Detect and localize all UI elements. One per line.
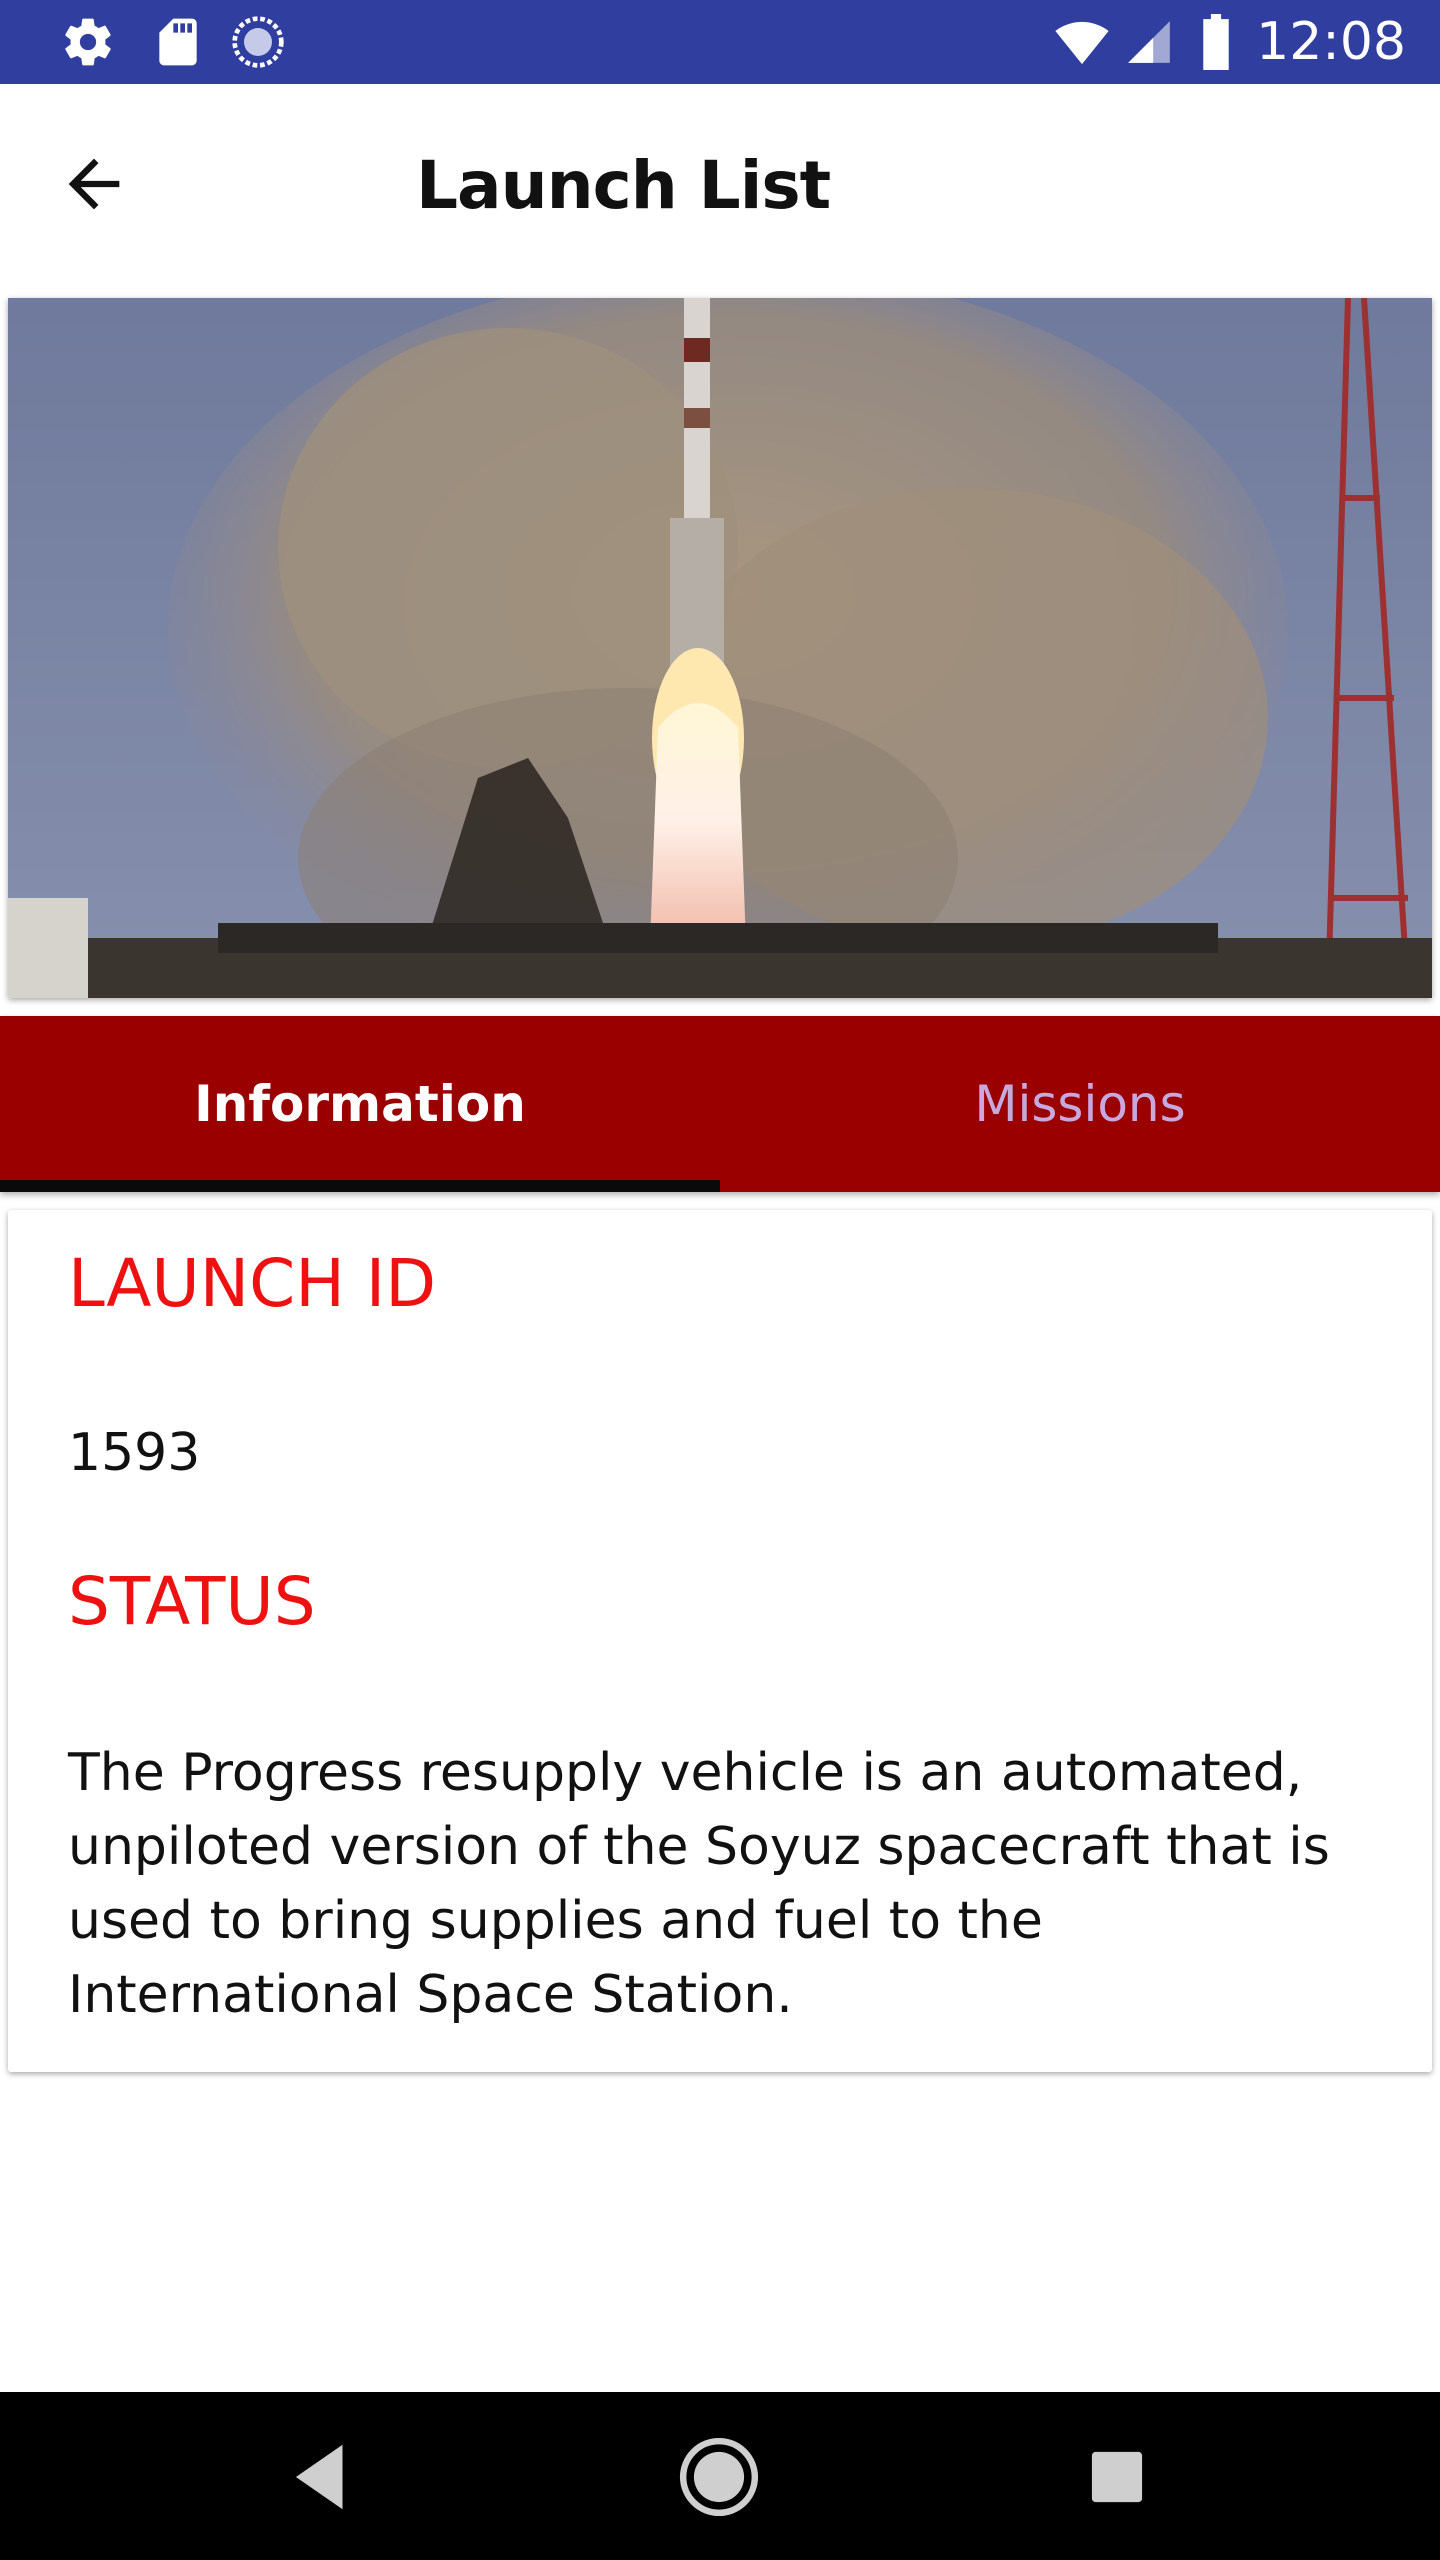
status-value: The Progress resupply vehicle is an auto… xyxy=(68,1743,1330,2025)
status-bar: 12:08 xyxy=(0,0,1440,84)
battery-icon xyxy=(1203,14,1229,70)
loading-icon xyxy=(232,16,284,68)
tab-missions-label: Missions xyxy=(974,1075,1186,1133)
app-bar: Launch List xyxy=(0,84,1440,284)
wifi-icon xyxy=(1055,21,1109,65)
nav-recents-button[interactable] xyxy=(1074,2434,1160,2520)
launch-image xyxy=(8,298,1432,998)
system-nav-bar xyxy=(0,2392,1440,2560)
arrow-back-icon xyxy=(68,158,120,210)
settings-icon xyxy=(65,18,111,66)
tab-information[interactable]: Information xyxy=(0,1016,720,1192)
back-triangle-icon xyxy=(295,2444,343,2510)
home-circle-icon xyxy=(679,2437,759,2517)
signal-icon xyxy=(1128,21,1170,63)
tab-missions[interactable]: Missions xyxy=(720,1016,1440,1192)
nav-home-button[interactable] xyxy=(676,2434,762,2520)
status-label: STATUS xyxy=(68,1563,316,1640)
tab-indicator xyxy=(0,1180,720,1192)
launch-info-card: LAUNCH ID 1593 STATUS The Progress resup… xyxy=(8,1210,1432,2072)
nav-back-button[interactable] xyxy=(278,2434,364,2520)
rocket-launch-photo xyxy=(8,298,1432,998)
back-button[interactable] xyxy=(56,146,132,222)
launch-id-label: LAUNCH ID xyxy=(68,1245,437,1322)
tab-bar: Information Missions xyxy=(0,1016,1440,1192)
status-time: 12:08 xyxy=(1256,12,1406,72)
page-title: Launch List xyxy=(416,147,831,224)
recents-square-icon xyxy=(1091,2451,1143,2503)
tab-information-label: Information xyxy=(194,1075,526,1133)
sd-card-icon xyxy=(159,18,197,66)
launch-id-value: 1593 xyxy=(68,1423,201,1483)
